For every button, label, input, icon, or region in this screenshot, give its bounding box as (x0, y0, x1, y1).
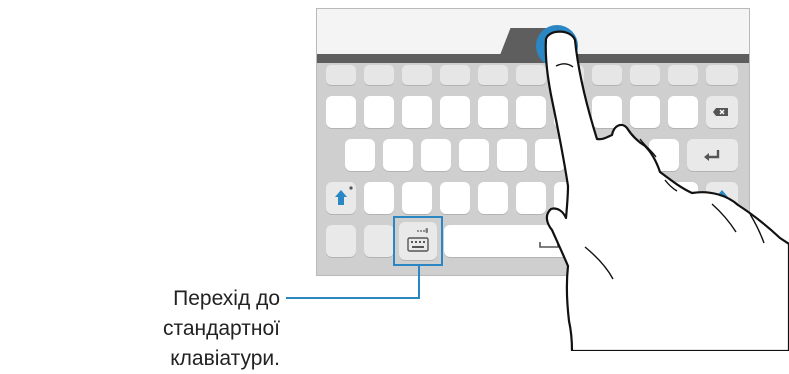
shift-arrow-icon (335, 186, 353, 205)
key[interactable] (402, 65, 432, 85)
key[interactable] (554, 96, 584, 128)
key[interactable] (592, 96, 622, 128)
keyboard-pull-tab[interactable] (500, 28, 575, 55)
key[interactable] (364, 65, 394, 85)
key[interactable] (421, 139, 451, 171)
keyboard-switch-highlight (393, 216, 443, 266)
key[interactable] (706, 65, 738, 85)
callout-label: Перехід до стандартної клавіатури. (60, 284, 280, 374)
key[interactable] (364, 182, 394, 214)
key[interactable] (630, 96, 660, 128)
key[interactable] (516, 182, 546, 214)
symbols-key[interactable] (326, 225, 356, 257)
key[interactable] (326, 96, 356, 128)
shift-key-left[interactable] (326, 182, 356, 214)
mode-key[interactable] (364, 225, 394, 257)
key[interactable] (516, 65, 546, 85)
key[interactable] (535, 139, 565, 171)
key[interactable] (649, 139, 679, 171)
key[interactable] (592, 182, 622, 214)
callout-connector-line (286, 297, 420, 299)
backspace-icon (713, 108, 728, 116)
key[interactable] (592, 65, 622, 85)
key[interactable] (668, 96, 698, 128)
key[interactable] (478, 65, 508, 85)
space-icon (539, 242, 559, 248)
key[interactable] (573, 139, 603, 171)
key[interactable] (364, 96, 394, 128)
shift-arrow-icon (716, 190, 728, 205)
enter-icon (704, 150, 720, 161)
key[interactable] (478, 96, 508, 128)
key[interactable] (440, 96, 470, 128)
space-key[interactable] (444, 225, 654, 257)
key[interactable] (611, 139, 641, 171)
key[interactable] (668, 182, 698, 214)
shift-key-right[interactable] (706, 182, 738, 214)
backspace-key[interactable] (706, 96, 738, 128)
key[interactable] (459, 139, 489, 171)
key[interactable] (402, 182, 432, 214)
key[interactable] (662, 225, 698, 257)
key[interactable] (630, 182, 660, 214)
keyboard-top-bar (317, 54, 749, 63)
enter-key[interactable] (687, 139, 738, 171)
key[interactable] (706, 225, 738, 257)
callout-line-2: клавіатури. (170, 347, 280, 370)
key[interactable] (326, 65, 356, 85)
key[interactable] (554, 182, 584, 214)
key[interactable] (440, 182, 470, 214)
key[interactable] (440, 65, 470, 85)
callout-line-1: Перехід до стандартної (162, 287, 280, 340)
key[interactable] (402, 96, 432, 128)
key[interactable] (668, 65, 698, 85)
key[interactable] (345, 139, 375, 171)
key[interactable] (478, 182, 508, 214)
key[interactable] (554, 65, 584, 85)
key[interactable] (630, 65, 660, 85)
key[interactable] (516, 96, 546, 128)
key[interactable] (497, 139, 527, 171)
callout-connector-vertical (418, 266, 420, 299)
key[interactable] (383, 139, 413, 171)
